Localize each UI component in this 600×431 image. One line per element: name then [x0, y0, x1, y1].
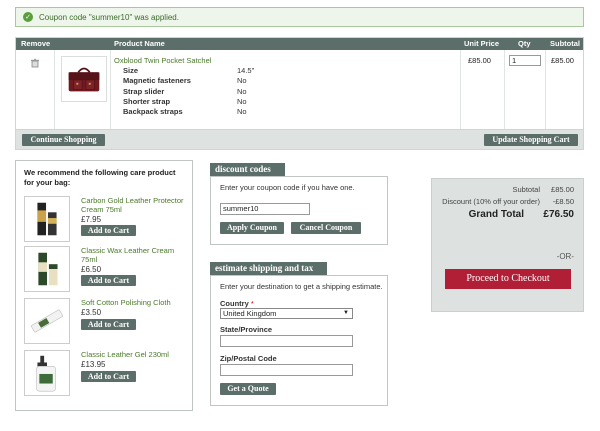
option-row: Strap slider No: [123, 86, 247, 96]
dropdown-arrow-icon: ▼: [343, 310, 349, 316]
zip-label: Zip/Postal Code: [220, 354, 277, 363]
coupon-code-input[interactable]: summer10: [220, 203, 310, 215]
option-row: Shorter strap No: [123, 96, 247, 106]
subtotal-row: Subtotal £85.00: [512, 185, 574, 194]
proceed-to-checkout-button[interactable]: Proceed to Checkout: [445, 269, 571, 289]
shipping-prompt: Enter your destination to get a shipping…: [220, 282, 383, 291]
check-icon: ✓: [23, 12, 33, 22]
recommend-item-price: £7.95: [81, 215, 102, 224]
cart-table: Remove Product Name Unit Price Qty Subto…: [15, 37, 584, 150]
header-remove: Remove: [21, 39, 51, 48]
header-unit-price: Unit Price: [464, 39, 500, 48]
product-options: Size 14.5" Magnetic fasteners No Strap sli…: [123, 66, 254, 117]
cart-table-header: Remove Product Name Unit Price Qty Subto…: [16, 38, 583, 50]
recommend-item-name[interactable]: Classic Leather Gel 230ml: [81, 350, 186, 359]
recommend-item-name[interactable]: Soft Cotton Polishing Cloth: [81, 298, 186, 307]
shipping-panel: Enter your destination to get a shipping…: [210, 275, 388, 406]
discount-prompt: Enter your coupon code if you have one.: [220, 183, 355, 192]
required-mark: *: [250, 299, 254, 308]
add-to-cart-button[interactable]: Add to Cart: [81, 225, 136, 236]
recommend-item-name[interactable]: Classic Wax Leather Cream 75ml: [81, 246, 186, 264]
option-row: Size 14.5": [123, 66, 255, 75]
cancel-coupon-button[interactable]: Cancel Coupon: [291, 222, 361, 234]
cart-actions: Continue Shopping Update Shopping Cart: [16, 129, 583, 149]
continue-shopping-button[interactable]: Continue Shopping: [22, 134, 105, 146]
zip-input[interactable]: [220, 364, 353, 376]
remove-item-icon[interactable]: [30, 58, 40, 68]
or-divider: -OR-: [556, 252, 574, 261]
product-thumbnail[interactable]: [24, 246, 70, 292]
product-image[interactable]: [61, 56, 107, 102]
option-row: Backpack straps No: [123, 107, 247, 117]
recommend-panel: We recommend the following care product …: [15, 160, 193, 411]
product-thumbnail[interactable]: [24, 350, 70, 396]
state-input[interactable]: [220, 335, 353, 347]
discount-title: discount codes: [210, 163, 285, 177]
header-product: Product Name: [114, 39, 165, 48]
product-thumbnail[interactable]: [24, 298, 70, 344]
header-qty: Qty: [518, 39, 531, 48]
add-to-cart-button[interactable]: Add to Cart: [81, 275, 136, 286]
recommend-item-price: £3.50: [81, 308, 102, 317]
row-subtotal: £85.00: [551, 56, 574, 65]
add-to-cart-button[interactable]: Add to Cart: [81, 319, 136, 330]
header-subtotal: Subtotal: [550, 39, 580, 48]
state-label: State/Province: [220, 325, 273, 334]
success-text: Coupon code "summer10" was applied.: [39, 12, 179, 22]
shipping-title: estimate shipping and tax: [210, 262, 327, 276]
country-label: Country *: [220, 299, 254, 308]
product-thumbnail[interactable]: [24, 196, 70, 242]
recommend-title: We recommend the following care product …: [24, 168, 176, 187]
quantity-input[interactable]: 1: [509, 55, 541, 66]
product-name-link[interactable]: Oxblood Twin Pocket Satchel: [114, 56, 211, 65]
grand-total-row: Grand Total £76.50: [468, 209, 574, 220]
recommend-item-price: £6.50: [81, 265, 102, 274]
discount-panel: Enter your coupon code if you have one. …: [210, 176, 388, 245]
option-row: Magnetic fasteners No: [123, 76, 247, 86]
success-message: ✓ Coupon code "summer10" was applied.: [15, 7, 584, 27]
update-cart-button[interactable]: Update Shopping Cart: [484, 134, 578, 146]
discount-row: Discount (10% off your order) -£8.50: [442, 197, 574, 206]
apply-coupon-button[interactable]: Apply Coupon: [220, 222, 284, 234]
country-select[interactable]: United Kingdom ▼: [220, 308, 353, 319]
recommend-item-name[interactable]: Carbon Gold Leather Protector Cream 75ml: [81, 196, 186, 214]
get-quote-button[interactable]: Get a Quote: [220, 383, 276, 395]
add-to-cart-button[interactable]: Add to Cart: [81, 371, 136, 382]
totals-panel: Subtotal £85.00 Discount (10% off your or…: [431, 178, 584, 312]
unit-price: £85.00: [468, 56, 491, 65]
recommend-item-price: £13.95: [81, 360, 106, 369]
